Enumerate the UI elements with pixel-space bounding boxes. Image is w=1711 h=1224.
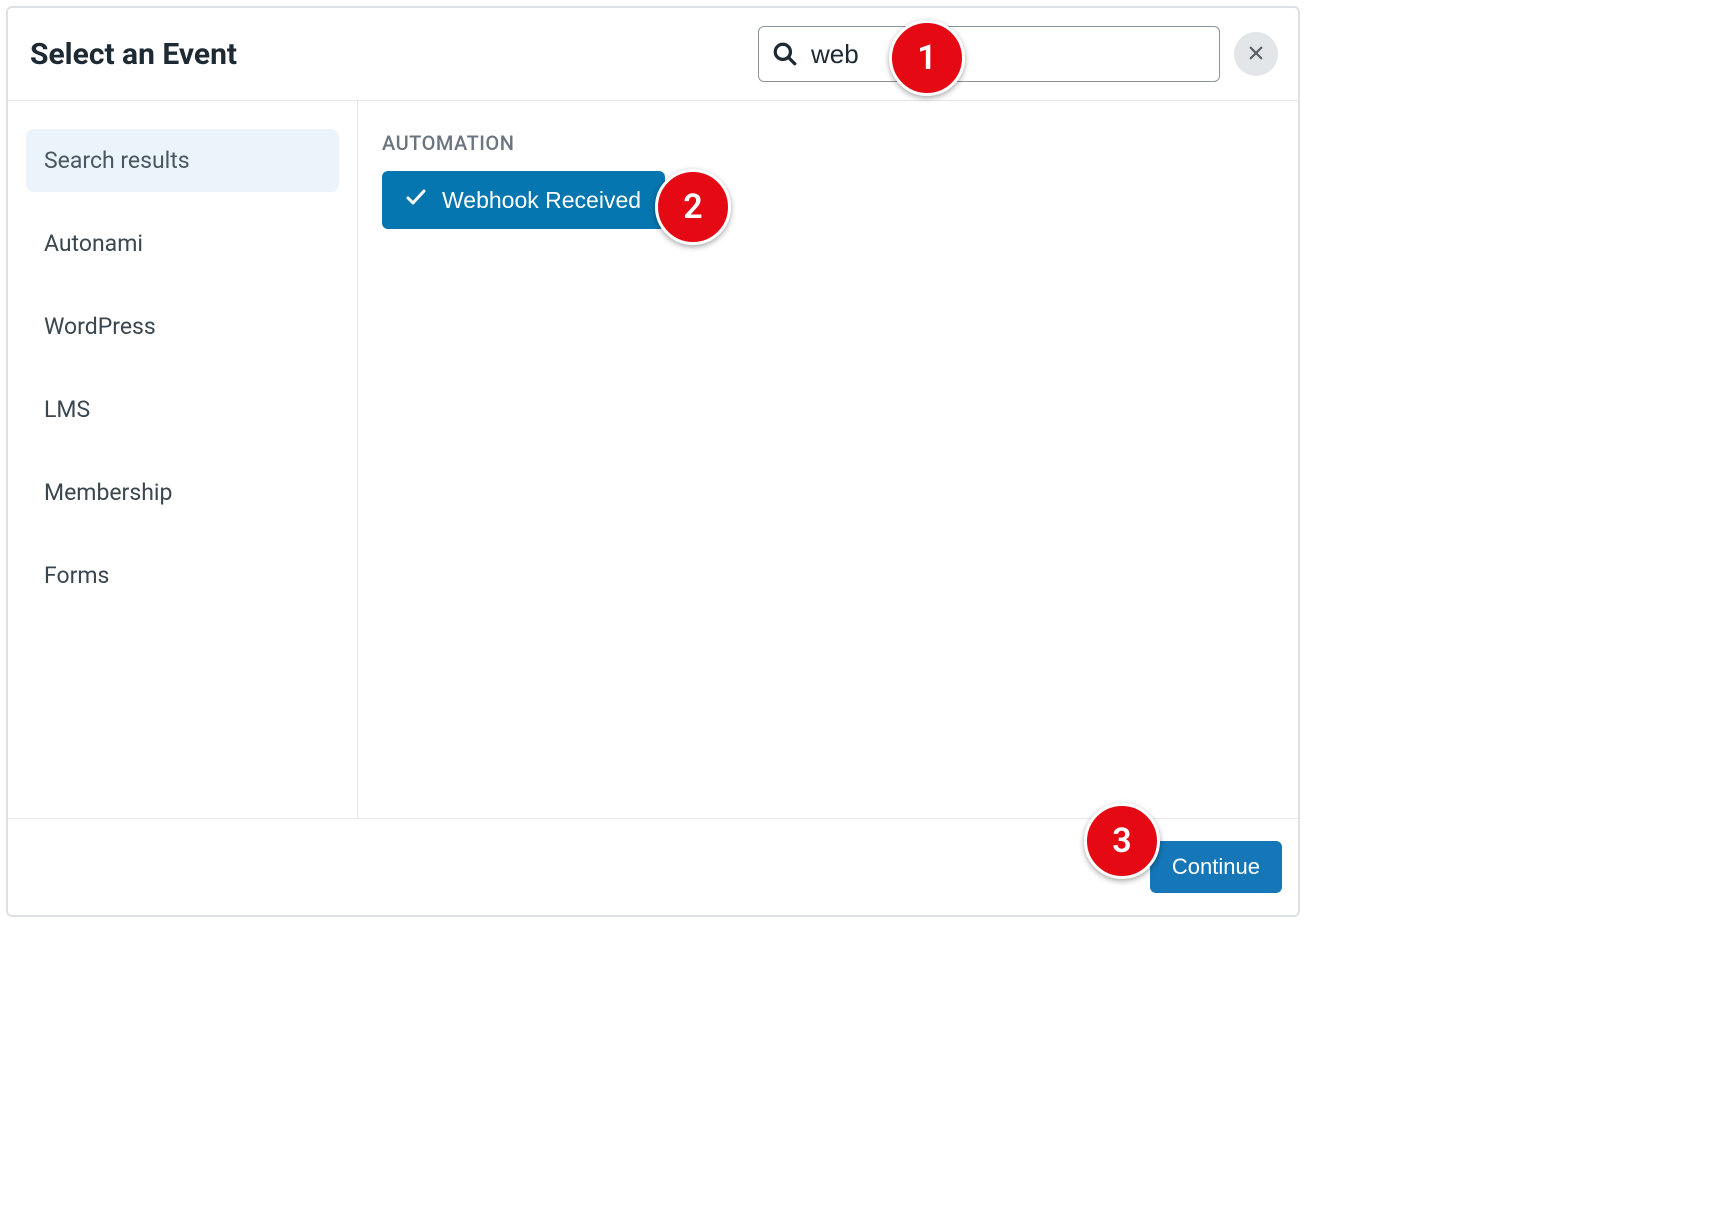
sidebar-item-wordpress[interactable]: WordPress: [26, 295, 339, 358]
panel-footer: Continue: [8, 818, 1298, 915]
sidebar-item-label: Forms: [44, 562, 109, 589]
search-icon: [772, 41, 798, 67]
search-wrap: [758, 26, 1220, 82]
sidebar-item-label: Autonami: [44, 230, 143, 257]
close-button[interactable]: [1234, 32, 1278, 76]
panel-body: Search results Autonami WordPress LMS Me…: [8, 101, 1298, 818]
sidebar-item-search-results[interactable]: Search results: [26, 129, 339, 192]
main-content: AUTOMATION Webhook Received: [358, 101, 1298, 818]
sidebar-item-forms[interactable]: Forms: [26, 544, 339, 607]
event-webhook-received[interactable]: Webhook Received: [382, 171, 665, 229]
check-icon: [404, 185, 428, 215]
sidebar-item-label: LMS: [44, 396, 90, 423]
sidebar-item-label: Search results: [44, 147, 190, 174]
search-input[interactable]: [758, 26, 1220, 82]
panel-header: Select an Event: [8, 8, 1298, 101]
sidebar-item-membership[interactable]: Membership: [26, 461, 339, 524]
sidebar: Search results Autonami WordPress LMS Me…: [8, 101, 358, 818]
continue-button[interactable]: Continue: [1150, 841, 1282, 893]
sidebar-item-label: Membership: [44, 479, 172, 506]
event-select-panel: Select an Event Search results: [6, 6, 1300, 917]
panel-title: Select an Event: [30, 37, 744, 72]
sidebar-item-lms[interactable]: LMS: [26, 378, 339, 441]
sidebar-item-label: WordPress: [44, 313, 156, 340]
section-label-automation: AUTOMATION: [382, 131, 1274, 155]
close-icon: [1247, 44, 1265, 65]
sidebar-item-autonami[interactable]: Autonami: [26, 212, 339, 275]
event-label: Webhook Received: [442, 187, 641, 214]
